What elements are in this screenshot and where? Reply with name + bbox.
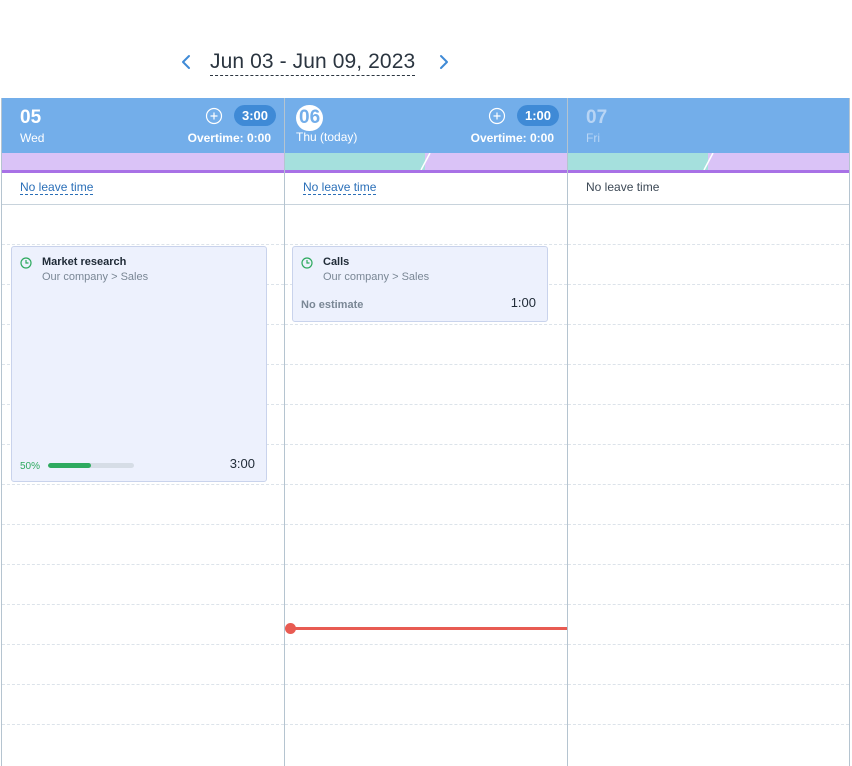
day-timeline-strip [285,153,567,173]
task-title: Market research [42,256,127,268]
chevron-right-icon[interactable] [433,50,453,74]
clock-icon [20,257,32,269]
leave-time-link[interactable]: No leave time [20,181,94,195]
day-column-wed: 05 Wed 3:00 Overtime: 0:00 No leave time… [1,98,284,766]
timeline-divider [420,153,431,170]
leave-time-link[interactable]: No leave time [303,181,377,195]
day-number: 05 [20,107,42,128]
day-name: Thu (today) [296,130,358,144]
task-card-calls[interactable]: Calls Our company > Sales No estimate 1:… [292,246,548,322]
day-number: 06 [296,105,324,131]
task-path: Our company > Sales [323,271,430,283]
day-timeline-strip [2,153,284,173]
day-name: Fri [586,131,600,145]
day-column-thu: 06 Thu (today) 1:00 Overtime: 0:00 No le… [284,98,567,766]
date-navigation: Jun 03 - Jun 09, 2023 [0,40,852,84]
task-path: Our company > Sales [42,271,149,283]
task-card-market-research[interactable]: Market research Our company > Sales 50% … [11,246,267,482]
progress-bar [48,463,134,468]
task-duration: 3:00 [229,456,255,471]
add-entry-icon[interactable] [488,107,506,125]
day-name: Wed [20,131,45,145]
progress-percent: 50% [20,461,41,472]
leave-row: No leave time [285,173,567,205]
day-number: 07 [586,107,608,128]
current-time-line [290,627,567,630]
task-duration: 1:00 [510,295,536,310]
day-header: 05 Wed 3:00 Overtime: 0:00 [2,98,284,153]
add-entry-icon[interactable] [205,107,223,125]
chevron-left-icon[interactable] [177,50,197,74]
estimate-label: No estimate [301,299,364,311]
progress-fill [48,463,91,468]
leave-row: No leave time [2,173,284,205]
day-column-fri: 07 Fri No leave time [567,98,850,766]
day-timeline-strip [568,153,849,173]
leave-row: No leave time [568,173,849,205]
leave-time-label: No leave time [586,180,660,194]
date-range-picker[interactable]: Jun 03 - Jun 09, 2023 [210,50,416,76]
overtime-label: Overtime: 0:00 [470,131,554,145]
day-header: 07 Fri [568,98,849,153]
task-title: Calls [323,256,350,268]
day-header: 06 Thu (today) 1:00 Overtime: 0:00 [285,98,567,153]
clock-icon [301,257,313,269]
timeline-divider [703,153,714,170]
timeline-segment [285,153,425,170]
day-total-badge: 1:00 [517,105,560,126]
day-total-badge: 3:00 [234,105,277,126]
overtime-label: Overtime: 0:00 [187,131,271,145]
timeline-segment [568,153,708,170]
